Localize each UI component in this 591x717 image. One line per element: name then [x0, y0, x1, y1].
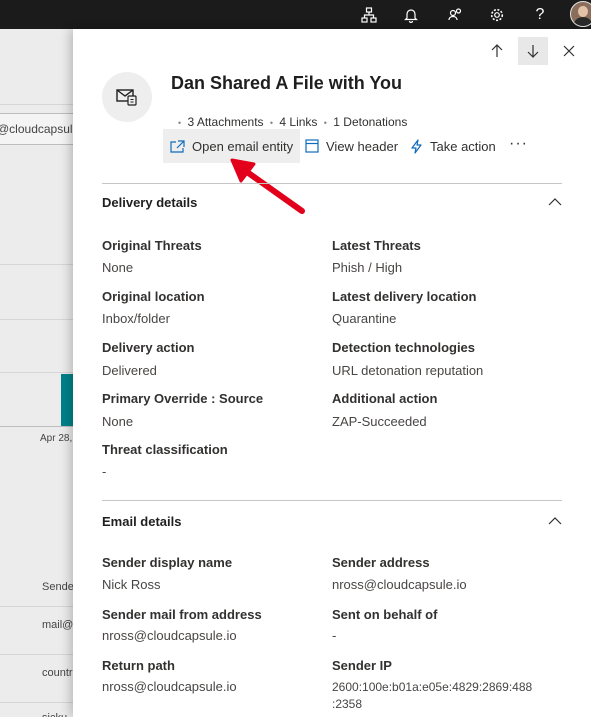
- field-label: Latest Threats: [332, 238, 421, 253]
- envelope-icon: [116, 89, 137, 106]
- gear-icon[interactable]: [483, 0, 511, 29]
- people-icon[interactable]: [441, 0, 469, 29]
- field-label: Sender address: [332, 555, 430, 570]
- field-value: ZAP-Succeeded: [332, 414, 427, 429]
- previous-item-button[interactable]: [482, 37, 512, 65]
- next-item-button[interactable]: [518, 37, 548, 65]
- field-value: Inbox/folder: [102, 311, 170, 326]
- email-details-panel: Dan Shared A File with You • 3 Attachmen…: [73, 29, 591, 717]
- field-value: Nick Ross: [102, 577, 161, 592]
- field-value: nross@cloudcapsule.io: [332, 577, 467, 592]
- top-bar: ?: [0, 0, 591, 29]
- avatar[interactable]: [570, 1, 591, 27]
- take-action-button[interactable]: Take action: [410, 129, 496, 163]
- field-label: Sender display name: [102, 555, 233, 570]
- arrow-down-icon: [527, 45, 539, 58]
- section-divider: [102, 500, 562, 501]
- field-value: None: [102, 414, 134, 429]
- field-label: Sent on behalf of: [332, 607, 438, 622]
- chevron-up-icon[interactable]: [548, 516, 562, 525]
- chevron-up-icon[interactable]: [548, 197, 562, 206]
- org-chart-icon[interactable]: [355, 0, 383, 29]
- background-row: mail@: [42, 619, 74, 631]
- annotation-arrow-icon: [230, 158, 305, 214]
- document-icon: [305, 139, 319, 153]
- field-value-continued: :2358: [332, 697, 363, 711]
- field-value: nross@cloudcapsule.io: [102, 679, 237, 694]
- field-label: Sender mail from address: [102, 607, 262, 622]
- field-value: Phish / High: [332, 260, 403, 275]
- field-value: Quarantine: [332, 311, 397, 326]
- field-label: Primary Override : Source: [102, 391, 264, 406]
- field-label: Original location: [102, 289, 205, 304]
- field-value: None: [102, 260, 134, 275]
- arrow-up-icon: [491, 44, 503, 57]
- email-meta: • 3 Attachments • 4 Links • 1 Detonation…: [178, 115, 408, 129]
- email-title: Dan Shared A File with You: [171, 73, 403, 93]
- field-label: Latest delivery location: [332, 289, 477, 304]
- field-value: URL detonation reputation: [332, 363, 484, 378]
- background-row: countr: [42, 667, 73, 679]
- lightning-icon: [411, 138, 422, 154]
- background-page: @cloudcapsule Apr 28, Sende mail@ countr…: [0, 29, 80, 717]
- field-label: Detection technologies: [332, 340, 476, 355]
- background-row: sicku: [42, 712, 67, 717]
- field-value: 2600:100e:b01a:e05e:4829:2869:488: [332, 680, 533, 694]
- attachments-count[interactable]: 3 Attachments: [188, 115, 264, 129]
- section-divider: [102, 183, 562, 184]
- email-icon-badge: [102, 72, 152, 122]
- links-count[interactable]: 4 Links: [279, 115, 317, 129]
- field-label: Additional action: [332, 391, 438, 406]
- field-value: -: [332, 628, 337, 643]
- delivery-details-header[interactable]: Delivery details: [102, 195, 197, 210]
- help-icon[interactable]: ?: [526, 0, 554, 29]
- field-label: Sender IP: [332, 658, 392, 673]
- open-external-icon: [170, 139, 185, 153]
- field-value: nross@cloudcapsule.io: [102, 628, 237, 643]
- view-header-button[interactable]: View header: [305, 129, 398, 163]
- field-value: Delivered: [102, 363, 157, 378]
- close-button[interactable]: [554, 37, 584, 65]
- background-search-input: @cloudcapsule: [0, 113, 80, 145]
- bell-icon[interactable]: [397, 0, 425, 29]
- field-label: Threat classification: [102, 442, 228, 457]
- field-label: Delivery action: [102, 340, 195, 355]
- field-label: Original Threats: [102, 238, 202, 253]
- email-details-header[interactable]: Email details: [102, 514, 181, 529]
- field-label: Return path: [102, 658, 175, 673]
- background-col-header: Sende: [42, 581, 74, 593]
- close-icon: [563, 45, 575, 57]
- field-value: -: [102, 464, 107, 479]
- detonations-count[interactable]: 1 Detonations: [333, 115, 407, 129]
- background-date-tick: Apr 28,: [40, 433, 73, 444]
- more-actions-button[interactable]: ···: [509, 135, 528, 153]
